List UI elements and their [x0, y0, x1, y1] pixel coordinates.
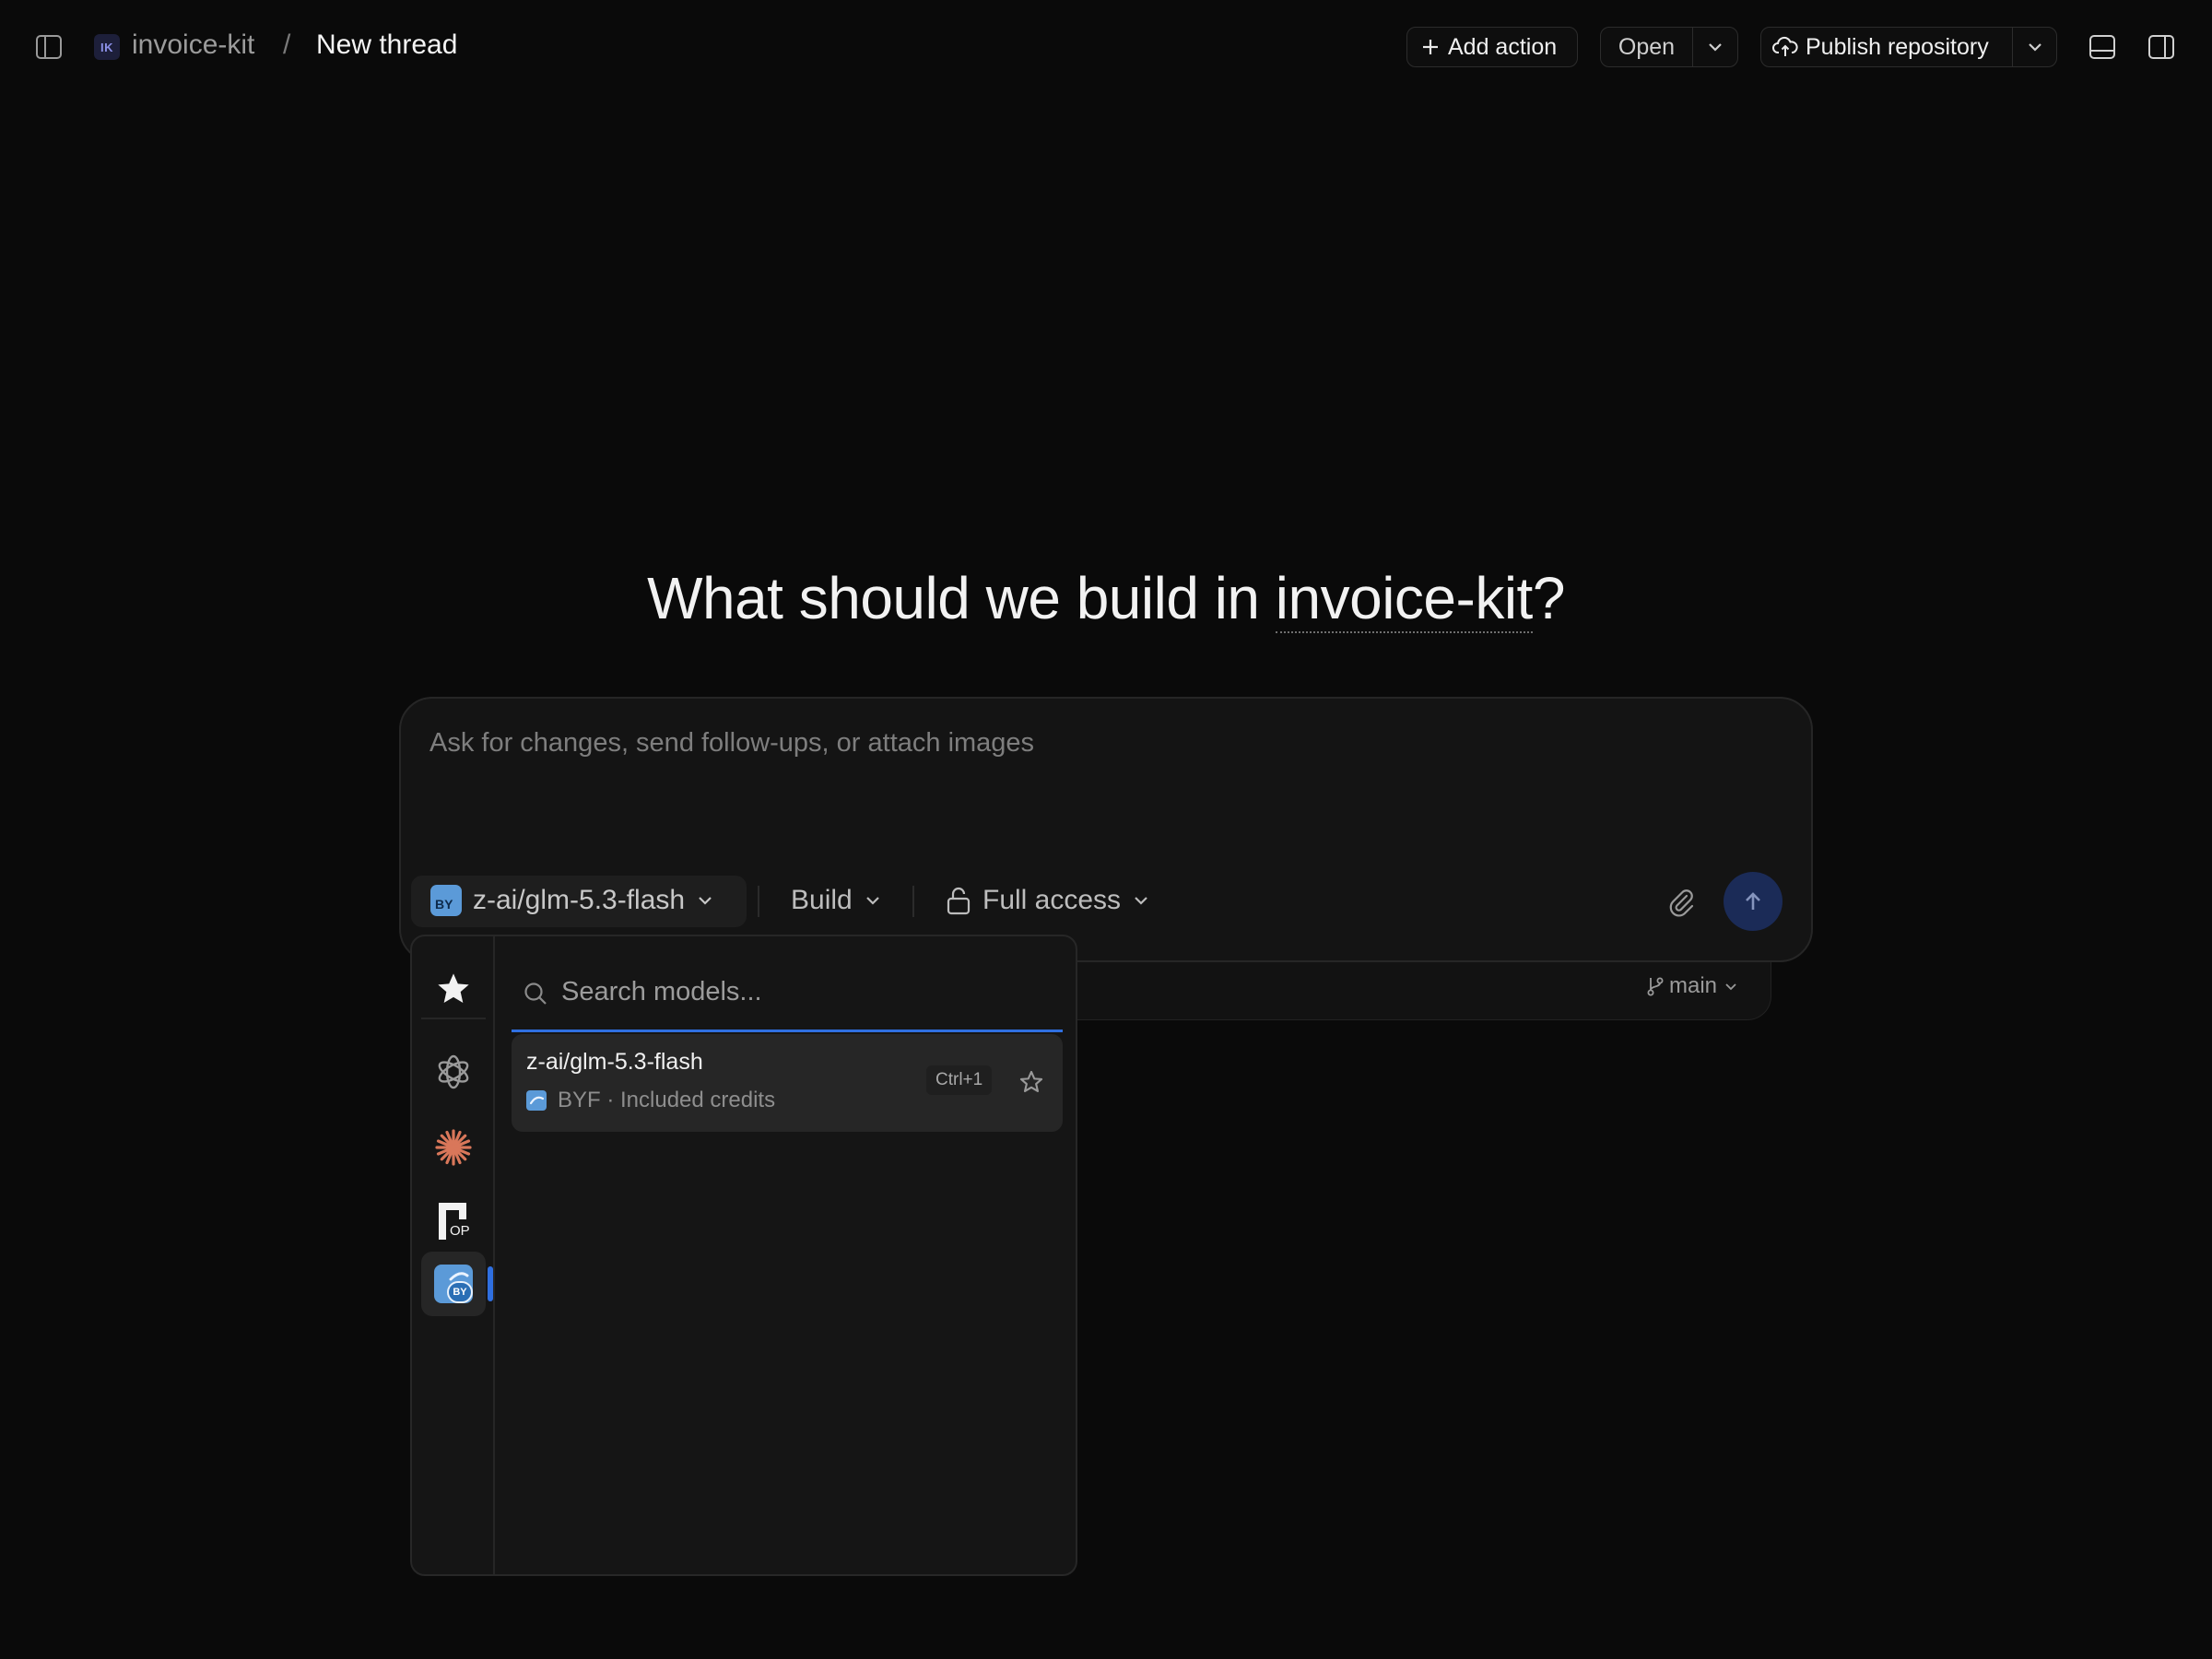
right-panel-toggle-button[interactable]: [2147, 33, 2175, 61]
provider-tab-byf[interactable]: BY: [421, 1252, 486, 1316]
hero-project-link[interactable]: invoice-kit: [1275, 565, 1533, 633]
breadcrumb-thread: New thread: [316, 29, 458, 60]
attach-button[interactable]: [1666, 887, 1696, 918]
mode-label: Build: [791, 885, 853, 915]
anthropic-icon: [435, 1129, 472, 1166]
right-panel-icon: [2148, 35, 2174, 59]
divider: [912, 886, 914, 917]
cloud-upload-icon: [1772, 36, 1798, 56]
breadcrumb-project[interactable]: invoice-kit: [132, 29, 254, 61]
top-bar: IK invoice-kit / New thread Add action O…: [0, 0, 2212, 94]
star-outline-icon: [1019, 1070, 1043, 1092]
access-label: Full access: [982, 885, 1122, 915]
model-label: z-ai/glm-5.3-flash: [473, 885, 686, 915]
lock-open-icon: [947, 887, 971, 915]
access-selector[interactable]: Full access: [946, 885, 1150, 916]
git-branch-icon: [1647, 977, 1664, 996]
byf-icon: BY: [430, 885, 462, 916]
bottom-panel-toggle-button[interactable]: [2088, 33, 2116, 61]
op-icon-label: OP: [450, 1223, 470, 1239]
favorite-button[interactable]: [1018, 1069, 1044, 1095]
chevron-down-icon: [1725, 983, 1736, 991]
chevron-down-icon: [1709, 43, 1722, 52]
provider-tab-openrouter[interactable]: OP: [421, 1189, 486, 1253]
open-button[interactable]: Open: [1601, 34, 1692, 61]
model-search: Search models...: [512, 955, 1063, 1032]
arrow-up-icon: [1746, 892, 1760, 910]
model-option-name: z-ai/glm-5.3-flash: [526, 1049, 703, 1075]
page-title: What should we build in invoice-kit?: [0, 564, 2212, 633]
provider-rail: OP BY: [412, 936, 495, 1574]
chevron-down-icon: [865, 897, 879, 905]
branch-selector[interactable]: main: [1645, 973, 1739, 999]
prompt-input[interactable]: Ask for changes, send follow-ups, or att…: [429, 728, 1034, 759]
openai-icon: [438, 1054, 469, 1089]
byf-icon: BY: [434, 1265, 473, 1303]
byf-badge-label: BY: [453, 1287, 467, 1298]
active-tab-indicator: [488, 1266, 493, 1301]
plus-icon: [1423, 40, 1438, 54]
model-option-provider-label: BYF · Included credits: [558, 1088, 776, 1112]
op-icon: OP: [435, 1201, 472, 1241]
provider-tab-anthropic[interactable]: [421, 1115, 486, 1180]
model-search-input[interactable]: Search models...: [561, 977, 762, 1007]
publish-button[interactable]: Publish repository: [1761, 34, 2012, 61]
hero-suffix: ?: [1532, 565, 1566, 631]
breadcrumb-separator: /: [283, 29, 291, 60]
sidebar-toggle-button[interactable]: [35, 33, 63, 61]
add-action-label: Add action: [1448, 33, 1558, 60]
open-dropdown-button[interactable]: [1693, 38, 1737, 56]
model-selector-content: BY z-ai/glm-5.3-flash: [430, 885, 714, 916]
hero-prefix: What should we build in: [647, 565, 1276, 631]
mode-selector[interactable]: Build: [791, 885, 882, 916]
publish-split-button: Publish repository: [1760, 27, 2057, 67]
byf-badge: BY: [447, 1281, 473, 1303]
model-option-provider: BYF · Included credits: [526, 1088, 775, 1113]
chevron-down-icon: [699, 897, 712, 905]
branch-label: main: [1669, 973, 1718, 998]
byf-mini-icon: [526, 1090, 547, 1111]
sidebar-toggle-icon: [36, 35, 62, 59]
chevron-down-icon: [1135, 897, 1147, 905]
bottom-panel-icon: [2089, 35, 2115, 59]
divider: [758, 886, 759, 917]
paperclip-icon: [1669, 889, 1694, 917]
star-icon: [438, 973, 469, 1003]
search-icon: [524, 982, 547, 1005]
project-badge: IK: [94, 34, 120, 60]
publish-dropdown-button[interactable]: [2013, 38, 2056, 56]
open-split-button: Open: [1600, 27, 1738, 67]
publish-label: Publish repository: [1806, 33, 1989, 60]
chevron-down-icon: [2028, 43, 2041, 52]
provider-tab-openai[interactable]: [421, 1040, 486, 1104]
shortcut-badge: Ctrl+1: [926, 1065, 993, 1095]
provider-tab-favorites[interactable]: [421, 957, 486, 1021]
model-option[interactable]: z-ai/glm-5.3-flash BYF · Included credit…: [512, 1034, 1063, 1132]
send-button[interactable]: [1724, 872, 1783, 931]
add-action-button[interactable]: Add action: [1406, 27, 1578, 67]
model-picker-menu: OP BY Search models... z-ai/glm-5.3-flas…: [410, 935, 1077, 1576]
rail-divider: [421, 1018, 486, 1019]
byf-badge-label: BY: [435, 897, 453, 912]
